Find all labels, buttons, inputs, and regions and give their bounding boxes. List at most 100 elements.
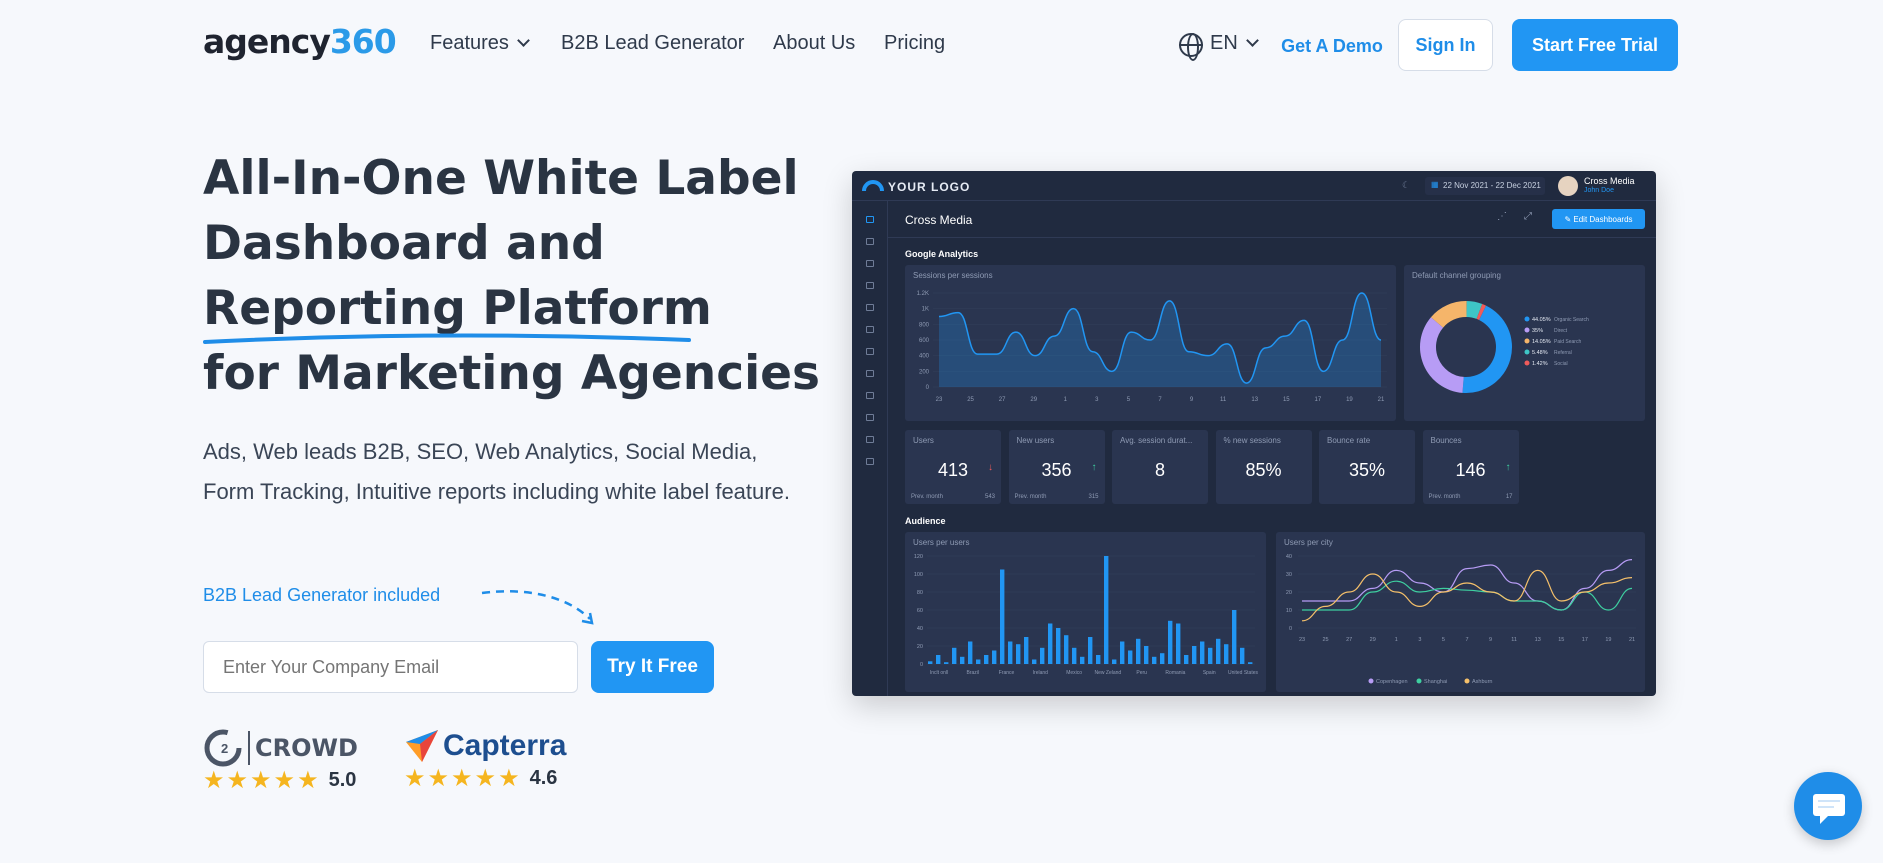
bar	[1008, 641, 1013, 664]
x-tick-label: 15	[1283, 397, 1290, 403]
series-line	[1301, 569, 1633, 622]
legend-percent: 1.42%	[1532, 361, 1548, 367]
bar	[1000, 569, 1005, 664]
y-tick-label: 30	[1286, 572, 1292, 578]
y-tick-label: 100	[914, 572, 923, 578]
megaphone-nav-icon[interactable]	[866, 282, 874, 289]
get-a-demo-link[interactable]: Get A Demo	[1272, 26, 1392, 66]
nav-item-b2b-lead-generator[interactable]: B2B Lead Generator	[561, 32, 744, 55]
y-tick-label: 120	[914, 554, 923, 560]
kpi-prev-label: Prev. month	[911, 494, 943, 500]
x-tick-label: 25	[967, 397, 974, 403]
dash-logo-text: YOUR LOGO	[888, 180, 971, 194]
company-email-input[interactable]	[203, 641, 578, 693]
kpi-label: Bounces	[1430, 436, 1462, 445]
bar	[960, 656, 965, 664]
agency360-logo[interactable]: agency360	[203, 22, 397, 61]
sign-in-button[interactable]: Sign In	[1398, 19, 1493, 71]
bar	[1048, 623, 1053, 664]
y-tick-label: 20	[917, 644, 923, 650]
x-tick-label: 13	[1535, 637, 1541, 643]
y-tick-label: 1.2K	[917, 291, 929, 297]
y-tick-label: 800	[919, 322, 930, 328]
kpi-prev-label: Prev. month	[1014, 494, 1047, 500]
report-nav-icon[interactable]	[866, 414, 874, 421]
link-nav-icon[interactable]	[866, 370, 874, 377]
section-google-analytics: Google Analytics	[905, 249, 979, 259]
share-icon[interactable]: ⋰	[1497, 211, 1507, 222]
nav-item-about-us[interactable]: About Us	[773, 32, 855, 55]
kpi-value: 8	[1154, 460, 1165, 480]
legend-label: Shanghai	[1424, 679, 1447, 685]
capterra-stars-icon: ★★★★★	[404, 765, 522, 792]
donut-slice	[1462, 305, 1512, 393]
moon-icon[interactable]: ☾	[1402, 180, 1410, 191]
bar	[1088, 637, 1093, 664]
g2-logo-icon: 2	[204, 729, 242, 767]
x-tick-label: 27	[1346, 637, 1352, 643]
avatar[interactable]	[1558, 176, 1578, 196]
legend-label: Paid Search	[1554, 339, 1581, 345]
feed-nav-icon[interactable]	[866, 260, 874, 267]
mail-nav-icon[interactable]	[866, 392, 874, 399]
search-nav-icon[interactable]	[866, 326, 874, 333]
chart-nav-icon[interactable]	[866, 238, 874, 245]
kpi-card: Users 413 ↓ Prev. month 543	[905, 430, 1001, 504]
legend-dot	[1524, 360, 1530, 366]
x-tick-label: Ireland	[1033, 670, 1049, 676]
nav-item-pricing[interactable]: Pricing	[884, 32, 945, 55]
y-tick-label: 0	[1289, 626, 1292, 632]
edit-dashboards-button[interactable]: ✎ Edit Dashboards	[1552, 209, 1645, 229]
x-tick-label: 15	[1558, 637, 1564, 643]
bar	[1128, 650, 1133, 664]
chat-widget-button[interactable]	[1794, 772, 1862, 840]
bar	[976, 659, 981, 664]
channel-panel: Default channel grouping 44.05% Organic S…	[1404, 265, 1645, 421]
dash-sidebar	[852, 201, 888, 696]
globe-icon[interactable]	[1179, 33, 1203, 61]
x-tick-label: 25	[1323, 637, 1329, 643]
bar	[1032, 659, 1037, 664]
language-selector[interactable]: EN	[1210, 32, 1259, 55]
bar	[1080, 656, 1085, 664]
bar	[1152, 656, 1157, 664]
start-free-trial-button[interactable]: Start Free Trial	[1512, 19, 1678, 71]
bar	[1200, 641, 1205, 664]
sessions-chart: 1.2K1K800600400200023 25 27 29 1 3 5 7 9 11 13 15 17…	[917, 291, 1387, 403]
x-tick-label: 29	[1030, 397, 1037, 403]
bar	[1248, 662, 1253, 664]
legend-label: Referral	[1554, 350, 1572, 356]
bar	[1176, 623, 1181, 664]
x-tick-label: 19	[1346, 397, 1353, 403]
settings-nav-icon[interactable]	[866, 458, 874, 465]
table-nav-icon[interactable]	[866, 348, 874, 355]
dashboard-nav-icon[interactable]	[866, 216, 874, 223]
try-it-free-button[interactable]: Try It Free	[591, 641, 714, 693]
hero-title-line-4: for Marketing Agencies	[203, 346, 821, 401]
bar	[1040, 647, 1045, 664]
legend-dot	[1524, 327, 1530, 333]
x-tick-label: 5	[1442, 637, 1445, 643]
legend-dot	[1524, 316, 1530, 322]
bar	[1216, 638, 1221, 664]
x-tick-label: 27	[999, 397, 1006, 403]
y-tick-label: 0	[920, 662, 923, 668]
nav-item-features[interactable]: Features	[430, 32, 530, 55]
date-range-picker[interactable]: ▦ 22 Nov 2021 - 22 Dec 2021	[1425, 177, 1545, 195]
bar	[1136, 638, 1141, 664]
users-nav-icon[interactable]	[866, 304, 874, 311]
x-tick-label: Spain	[1203, 670, 1216, 676]
users-bar-panel: Users per users 120 100 80 60 40 20 0 Inclt onl…	[905, 532, 1266, 692]
kpi-label: Users	[913, 436, 934, 445]
x-tick-label: 3	[1095, 397, 1099, 403]
legend-label: Organic Search	[1554, 317, 1589, 323]
kpi-card: Bounces 146 ↑ Prev. month 17	[1422, 430, 1519, 504]
apps-nav-icon[interactable]	[866, 436, 874, 443]
user-name[interactable]: John Doe	[1584, 187, 1614, 194]
y-tick-label: 80	[917, 590, 923, 596]
hero-subtitle: Ads, Web leads B2B, SEO, Web Analytics, …	[203, 439, 790, 504]
fullscreen-icon[interactable]: ⤢	[1524, 211, 1532, 222]
donut-slice	[1420, 317, 1464, 393]
kpi-value: 356	[1041, 460, 1072, 480]
divider	[888, 237, 1656, 238]
